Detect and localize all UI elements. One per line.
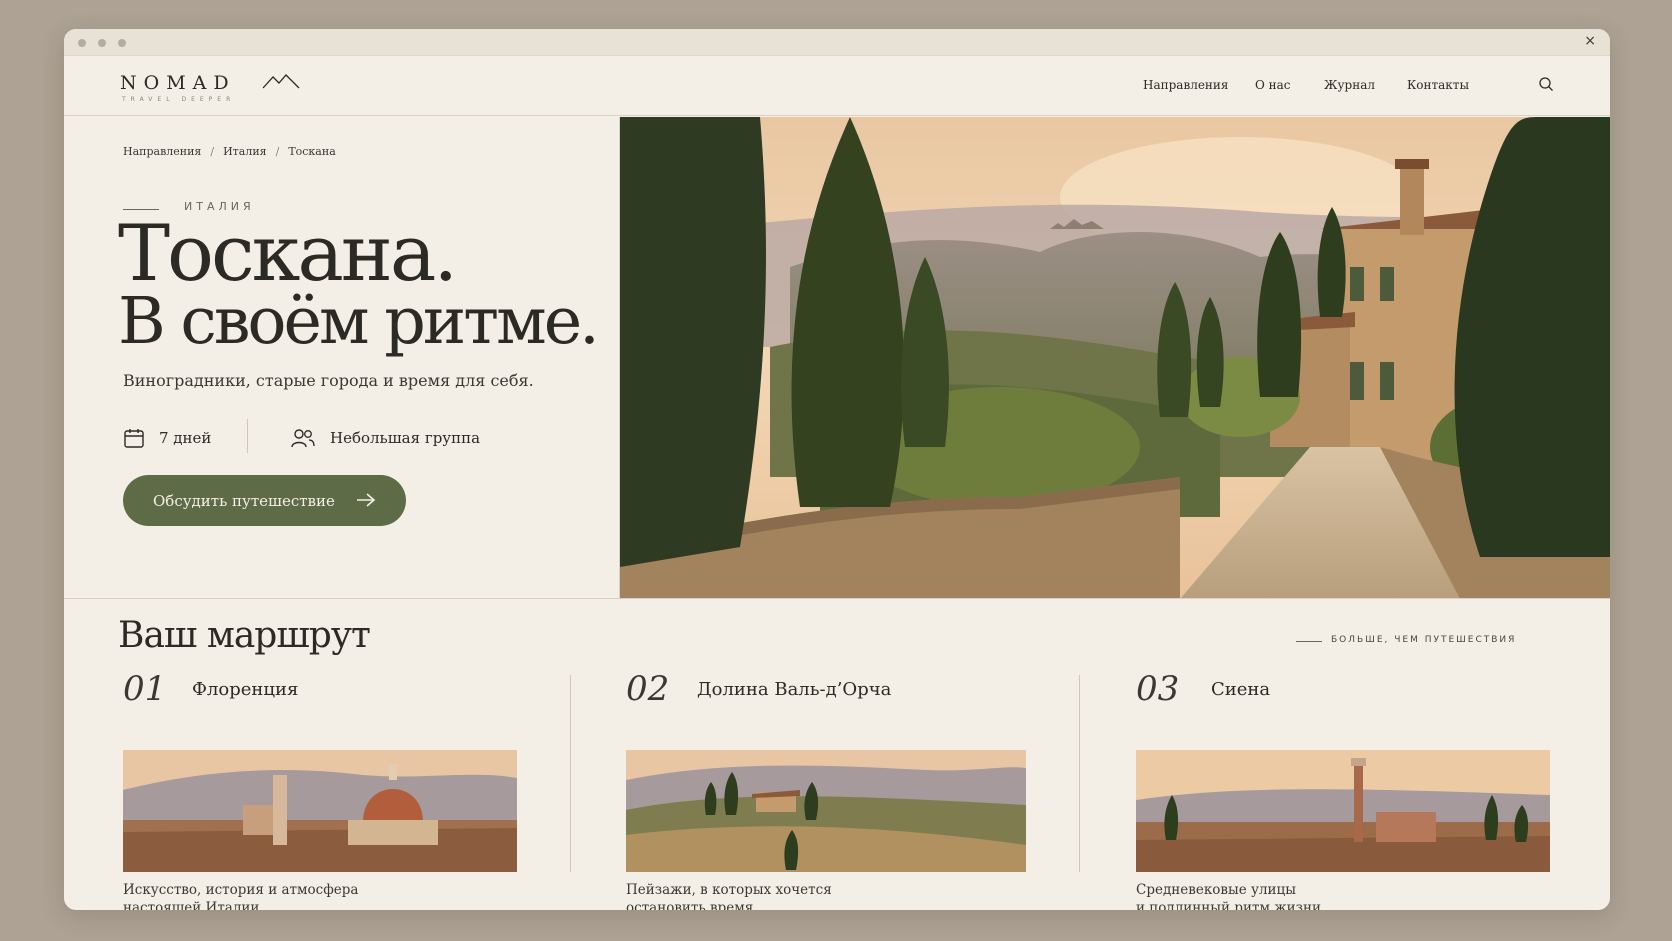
group-icon (291, 429, 315, 448)
tuscany-landscape-image (620, 117, 1610, 599)
logo-tagline: TRAVEL DEEPER (122, 96, 236, 103)
card-number: 03 (1136, 669, 1180, 709)
browser-window: × NOMAD TRAVEL DEEPER Направления О нас … (64, 29, 1610, 910)
breadcrumb-current: Тоскана (288, 145, 336, 158)
breadcrumb-separator: / (210, 145, 215, 158)
route-heading: Ваш маршрут (118, 615, 371, 656)
nav-directions[interactable]: Направления (1143, 78, 1229, 92)
card-description-line2: и подлинный ритм жизни. (1136, 900, 1326, 910)
column-divider (1079, 675, 1080, 872)
hero-subtitle: Виноградники, старые города и время для … (123, 371, 534, 390)
hero-text-panel: Направления / Италия / Тоскана ИТАЛИЯ Тоскан… (64, 117, 620, 599)
route-tag-rule (1296, 641, 1322, 642)
card-description-line1: Средневековые улицы (1136, 882, 1296, 898)
card-description-line1: Пейзажи, в которых хочется (626, 882, 832, 898)
florence-image (123, 750, 517, 872)
card-number: 01 (123, 669, 167, 709)
breadcrumb-directions[interactable]: Направления (123, 145, 201, 158)
card-description: Пейзажи, в которых хочется остановить вр… (626, 881, 832, 910)
card-title: Флоренция (192, 679, 299, 700)
search-icon[interactable] (1538, 76, 1554, 92)
nav-journal[interactable]: Журнал (1324, 78, 1375, 92)
calendar-icon (124, 429, 144, 448)
site-header: NOMAD TRAVEL DEEPER Направления О нас Жу… (64, 56, 1610, 116)
nav-about[interactable]: О нас (1255, 78, 1291, 92)
card-description-line2: остановить время. (626, 900, 758, 910)
nav-contacts[interactable]: Контакты (1407, 78, 1469, 92)
card-number: 02 (626, 669, 670, 709)
window-dot-1[interactable] (78, 39, 86, 47)
card-description: Искусство, история и атмосфера настоящей… (123, 881, 358, 910)
meta-divider (247, 419, 248, 453)
breadcrumb-separator: / (275, 145, 280, 158)
column-divider (570, 675, 571, 872)
siena-cityscape-image (1136, 750, 1550, 872)
card-title: Сиена (1211, 679, 1271, 700)
arrow-right-icon (357, 493, 376, 507)
breadcrumb: Направления / Италия / Тоскана (123, 145, 336, 158)
card-description-line1: Искусство, история и атмосфера (123, 882, 359, 898)
discuss-trip-button[interactable]: Обсудить путешествие (123, 475, 406, 526)
cta-label: Обсудить путешествие (153, 491, 335, 510)
logo-wordmark[interactable]: NOMAD (120, 72, 236, 94)
meta-duration: 7 дней (123, 427, 211, 449)
page-title-line2: В своём ритме. (118, 284, 600, 359)
breadcrumb-italy[interactable]: Италия (223, 145, 267, 158)
val-dorcia-image (626, 750, 1026, 872)
val-dorcia-landscape-image (626, 750, 1026, 872)
meta-group: Небольшая группа (290, 427, 480, 449)
group-label: Небольшая группа (330, 429, 481, 447)
window-dot-2[interactable] (98, 39, 106, 47)
card-description-line2: настоящей Италии. (123, 900, 264, 910)
close-icon[interactable]: × (1584, 33, 1596, 49)
logo-mountain-icon (262, 74, 300, 89)
card-title: Долина Валь-д’Орча (697, 679, 892, 700)
card-description: Средневековые улицы и подлинный ритм жиз… (1136, 881, 1325, 910)
siena-image (1136, 750, 1550, 872)
window-dot-3[interactable] (118, 39, 126, 47)
section-divider (64, 598, 1610, 599)
title-bar: × (64, 29, 1610, 56)
florence-skyline-image (123, 750, 517, 872)
route-tagline: БОЛЬШЕ, ЧЕМ ПУТЕШЕСТВИЯ (1331, 635, 1517, 645)
page-title: Тоскана. (118, 209, 458, 299)
hero-image (620, 117, 1610, 599)
duration-label: 7 дней (159, 429, 212, 447)
